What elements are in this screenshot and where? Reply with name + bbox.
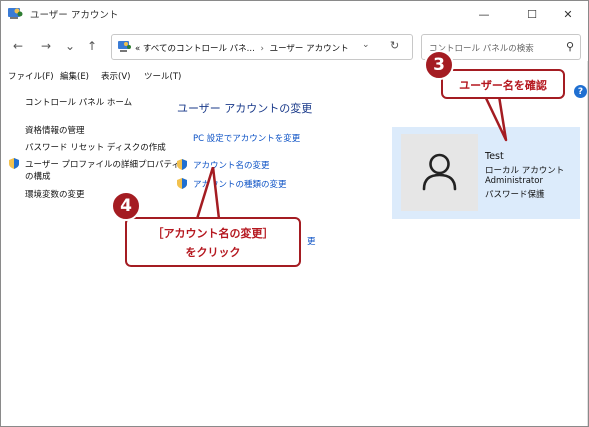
breadcrumb-overflow[interactable]: « — [135, 44, 140, 54]
callout-4-pointer — [195, 167, 221, 221]
callout-3-pointer — [483, 96, 508, 142]
up-arrow-icon: ↑ — [86, 39, 98, 53]
back-arrow-icon: ← — [12, 39, 24, 53]
control-panel-window: ユーザー アカウント — ☐ ✕ ← → ⌄ ↑ « すべてのコントロール パネ… — [0, 0, 589, 427]
control-panel-home-link[interactable]: コントロール パネル ホーム — [25, 96, 132, 108]
title-bar: ユーザー アカウント — ☐ ✕ — [1, 1, 588, 27]
close-button[interactable]: ✕ — [547, 1, 588, 27]
maximize-icon: ☐ — [527, 7, 537, 21]
account-role: Administrator — [485, 176, 543, 186]
menu-file[interactable]: ファイル(F) — [8, 70, 54, 82]
step-4-badge: 4 — [111, 191, 141, 221]
partially-hidden-link[interactable]: 更 — [307, 235, 316, 247]
uac-shield-icon — [177, 159, 187, 170]
uac-shield-icon — [9, 158, 19, 169]
user-accounts-icon — [8, 8, 23, 19]
minimize-button[interactable]: — — [463, 1, 505, 27]
up-button[interactable]: ↑ — [83, 37, 101, 55]
account-protection: パスワード保護 — [485, 190, 545, 200]
breadcrumb-user-accounts[interactable]: ユーザー アカウント — [270, 44, 349, 54]
window-title: ユーザー アカウント — [30, 10, 119, 21]
manage-credentials-link[interactable]: 資格情報の管理 — [25, 124, 85, 136]
account-type: ローカル アカウント — [485, 166, 565, 176]
step-3-badge: 3 — [424, 50, 454, 80]
breadcrumb-separator-icon[interactable]: › — [257, 44, 266, 54]
navigation-bar: ← → ⌄ ↑ « すべてのコントロール パネ... › ユーザー アカウント … — [1, 31, 588, 61]
chevron-down-icon: ⌄ — [64, 39, 76, 53]
address-dropdown-icon[interactable]: ⌄ — [362, 40, 370, 50]
page-title: ユーザー アカウントの変更 — [177, 102, 313, 115]
recent-locations-button[interactable]: ⌄ — [61, 37, 79, 55]
uac-shield-icon — [177, 178, 187, 189]
close-icon: ✕ — [563, 7, 573, 21]
advanced-profile-properties-link[interactable]: ユーザー プロファイルの詳細プロパティ — [25, 158, 180, 170]
breadcrumb-all-control-panel[interactable]: すべてのコントロール パネ... — [143, 44, 255, 54]
control-panel-icon — [118, 41, 131, 52]
forward-arrow-icon: → — [40, 39, 52, 53]
callout-3-text: ユーザー名を確認 — [459, 79, 547, 92]
menu-view[interactable]: 表示(V) — [101, 70, 130, 82]
window-edge — [587, 61, 588, 426]
callout-4-line1: ［アカウント名の変更］ — [152, 227, 274, 240]
password-reset-disk-link[interactable]: パスワード リセット ディスクの作成 — [25, 141, 166, 153]
breadcrumb: « すべてのコントロール パネ... › ユーザー アカウント — [135, 42, 349, 54]
pc-settings-link[interactable]: PC 設定でアカウントを変更 — [193, 132, 300, 144]
account-name: Test — [485, 151, 504, 162]
callout-4-line2: をクリック — [185, 246, 241, 259]
advanced-profile-properties-link-cont[interactable]: の構成 — [25, 170, 51, 182]
refresh-icon[interactable]: ↻ — [390, 39, 399, 52]
back-button[interactable]: ← — [9, 37, 27, 55]
user-icon — [422, 153, 457, 191]
avatar — [401, 134, 478, 211]
menu-edit[interactable]: 編集(E) — [60, 70, 89, 82]
search-icon[interactable]: ⚲ — [566, 40, 574, 53]
menu-tools[interactable]: ツール(T) — [144, 70, 181, 82]
minimize-icon: — — [478, 7, 490, 21]
help-icon[interactable]: ? — [574, 85, 587, 98]
address-bar[interactable]: « すべてのコントロール パネ... › ユーザー アカウント ⌄ ↻ — [111, 34, 413, 60]
callout-3: ユーザー名を確認 — [441, 69, 565, 99]
forward-button[interactable]: → — [37, 37, 55, 55]
callout-4: ［アカウント名の変更］ をクリック — [125, 217, 301, 267]
environment-variables-link[interactable]: 環境変数の変更 — [25, 188, 85, 200]
